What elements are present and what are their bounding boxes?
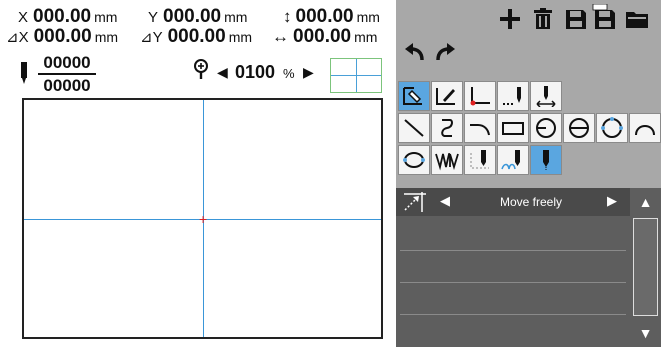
minimap-v-axis bbox=[356, 59, 357, 92]
x-coordinate: X 000.00 mm bbox=[18, 6, 118, 27]
line-tool-button[interactable] bbox=[398, 113, 430, 143]
mode-next-button[interactable]: ▶ bbox=[607, 193, 617, 209]
arc-icon bbox=[635, 125, 655, 136]
needle-stitch-icon bbox=[543, 150, 549, 171]
origin-corner-icon bbox=[470, 87, 490, 106]
ellipse-tool-button[interactable] bbox=[563, 113, 595, 143]
origin-corner-button[interactable] bbox=[464, 81, 496, 111]
scroll-track[interactable] bbox=[633, 218, 658, 316]
zoom-unit: % bbox=[283, 66, 295, 81]
circle-icon bbox=[536, 118, 556, 138]
open-folder-icon[interactable] bbox=[624, 6, 650, 32]
cursor-cross-icon: + bbox=[199, 211, 208, 227]
movement-list: ◀ Move freely ▶ ▲ ▼ bbox=[396, 188, 661, 347]
zoom-out-button[interactable]: ◀ bbox=[217, 64, 228, 81]
mode-selector: ◀ Move freely ▶ bbox=[396, 188, 630, 216]
curve-tool-button[interactable] bbox=[431, 113, 463, 143]
drawing-canvas[interactable]: + bbox=[22, 98, 383, 339]
zoom-value: 0100 bbox=[235, 62, 276, 82]
ellipse-icon bbox=[569, 118, 589, 138]
line-icon bbox=[404, 119, 424, 137]
delta-y-coordinate: ⊿Y 000.00 mm bbox=[140, 26, 253, 47]
height-coordinate: ↕ 000.00 mm bbox=[283, 6, 380, 27]
oval-icon bbox=[403, 152, 425, 168]
scroll-up-button[interactable]: ▲ bbox=[630, 188, 661, 216]
undo-icon[interactable] bbox=[402, 40, 428, 66]
rectangle-icon bbox=[502, 122, 524, 135]
select-mode-icon bbox=[403, 87, 422, 105]
arc-line-tool-button[interactable] bbox=[464, 113, 496, 143]
trim-icon bbox=[470, 150, 489, 169]
trash-icon[interactable] bbox=[530, 6, 556, 32]
move-point-button[interactable] bbox=[530, 81, 562, 111]
plus-icon[interactable] bbox=[497, 6, 523, 32]
polygon-circle-icon bbox=[601, 117, 623, 138]
sewing-point-icon bbox=[503, 87, 521, 105]
tool-panel: ◀ Move freely ▶ ▲ ▼ bbox=[396, 0, 661, 347]
select-mode-button[interactable] bbox=[398, 81, 430, 111]
edit-mode-button[interactable] bbox=[431, 81, 463, 111]
list-row-divider bbox=[400, 250, 626, 251]
curve-icon bbox=[441, 119, 453, 137]
zoom-in-button[interactable]: ▶ bbox=[303, 64, 314, 81]
zoom-icon[interactable] bbox=[192, 58, 210, 80]
drawing-panel: X 000.00 mm Y 000.00 mm ↕ 000.00 mm ⊿X 000.00 mm… bbox=[0, 0, 396, 347]
delta-x-coordinate: ⊿X 000.00 mm bbox=[6, 26, 119, 47]
arc-tool-button[interactable] bbox=[629, 113, 661, 143]
minimap[interactable] bbox=[330, 58, 382, 93]
trim-tool-button[interactable] bbox=[464, 145, 496, 175]
rectangle-tool-button[interactable] bbox=[497, 113, 529, 143]
wave-stitch-tool-button[interactable] bbox=[497, 145, 529, 175]
stitch-counter: 00000 00000 bbox=[38, 54, 96, 94]
move-freely-icon bbox=[404, 192, 426, 212]
arc-line-icon bbox=[470, 124, 490, 136]
wave-stitch-icon bbox=[501, 150, 520, 170]
circle-tool-button[interactable] bbox=[530, 113, 562, 143]
list-scrollbar[interactable]: ▲ ▼ bbox=[630, 188, 661, 347]
zigzag-icon bbox=[435, 153, 459, 171]
list-row-divider bbox=[400, 314, 626, 315]
y-coordinate: Y 000.00 mm bbox=[148, 6, 248, 27]
length-coordinate: ↔ 000.00 mm bbox=[272, 26, 378, 47]
mode-prev-button[interactable]: ◀ bbox=[440, 193, 450, 209]
oval-tool-button[interactable] bbox=[398, 145, 430, 175]
move-point-icon bbox=[536, 86, 556, 107]
mode-label: Move freely bbox=[499, 195, 563, 209]
zigzag-tool-button[interactable] bbox=[431, 145, 463, 175]
save-icon[interactable] bbox=[563, 6, 589, 32]
edit-mode-icon bbox=[436, 88, 455, 105]
polygon-circle-tool-button[interactable] bbox=[596, 113, 628, 143]
sewing-point-button[interactable] bbox=[497, 81, 529, 111]
needle-stitch-tool-button[interactable] bbox=[530, 145, 562, 175]
redo-icon[interactable] bbox=[432, 40, 458, 66]
save-as-icon[interactable] bbox=[592, 4, 618, 30]
needle-icon bbox=[21, 62, 27, 84]
list-row-divider bbox=[400, 282, 626, 283]
scroll-down-button[interactable]: ▼ bbox=[630, 319, 661, 347]
